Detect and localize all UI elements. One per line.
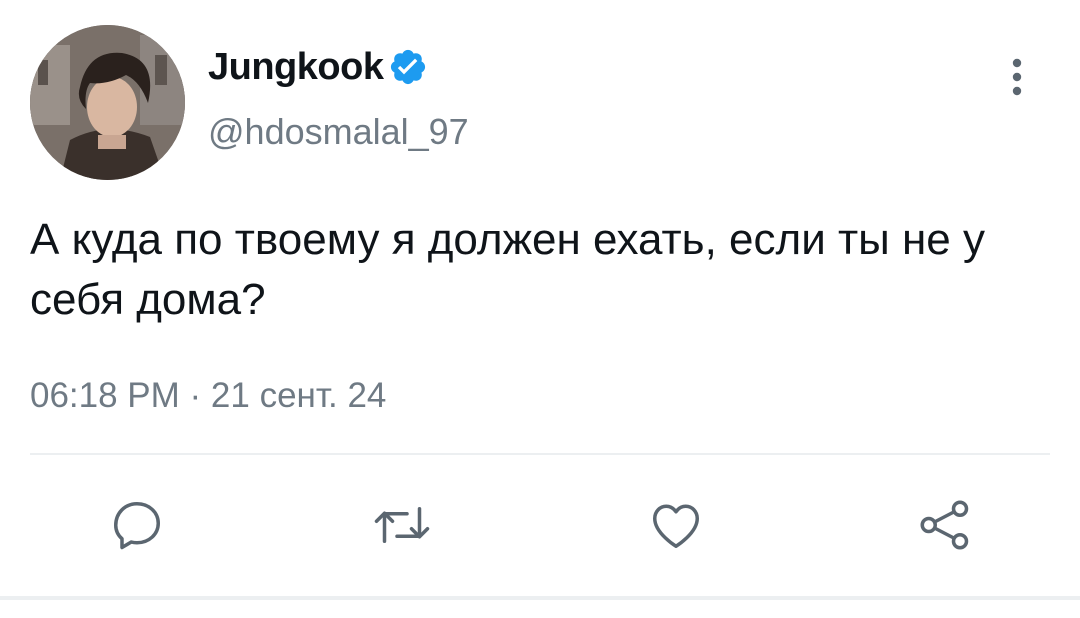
avatar[interactable] [30, 25, 185, 180]
display-name[interactable]: Jungkook [208, 44, 384, 90]
reply-icon [114, 502, 160, 550]
more-vertical-icon [1012, 58, 1022, 96]
tweet-timestamp[interactable]: 06:18 PM · 21 сент. 24 [30, 373, 386, 419]
divider [30, 453, 1050, 455]
more-options-button[interactable] [1000, 52, 1034, 102]
action-bar [0, 490, 1080, 560]
avatar-photo [30, 25, 185, 180]
tweet-text: А куда по твоему я должен ехать, если ты… [30, 215, 986, 324]
share-button[interactable] [910, 490, 980, 560]
like-button[interactable] [641, 490, 711, 560]
author-row: Jungkook [208, 44, 428, 90]
author-handle[interactable]: @hdosmalal_97 [208, 110, 469, 154]
share-icon [920, 500, 969, 550]
retweet-button[interactable] [367, 490, 437, 560]
verified-badge-icon [388, 47, 428, 87]
like-icon [653, 504, 699, 548]
reply-button[interactable] [102, 490, 172, 560]
retweet-icon [374, 507, 430, 543]
section-divider [0, 596, 1080, 600]
